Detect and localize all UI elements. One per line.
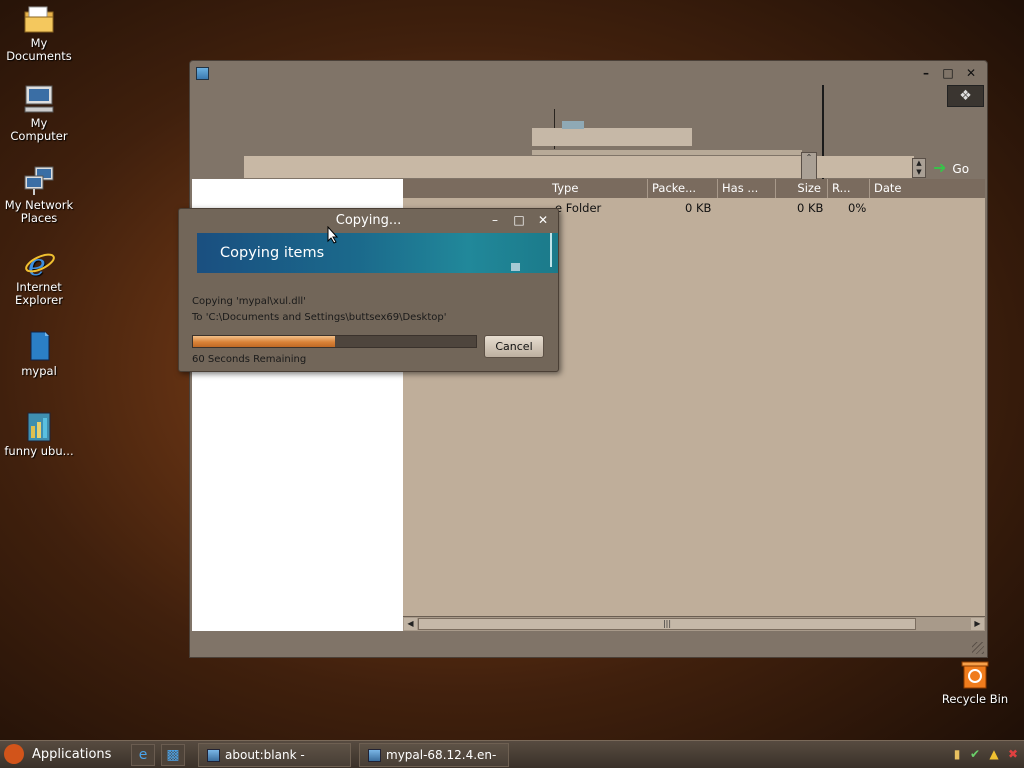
windows-logo-icon: ❖ bbox=[947, 85, 984, 107]
task-app-icon bbox=[207, 749, 220, 762]
desktop-icon-funny-ubu[interactable]: funny ubu... bbox=[1, 412, 77, 458]
minimize-button[interactable]: – bbox=[919, 66, 933, 80]
copy-dialog: Copying... – □ ✕ Copying items Copying '… bbox=[178, 208, 559, 372]
dialog-minimize-button[interactable]: – bbox=[488, 213, 502, 227]
dialog-banner: Copying items bbox=[197, 233, 558, 273]
go-arrow-icon: ➜ bbox=[933, 158, 947, 177]
column-headers: Type Packe... Has ... Size R... Date bbox=[403, 179, 985, 198]
window-titlebar[interactable]: – □ ✕ bbox=[190, 61, 987, 85]
column-header-has[interactable]: Has ... bbox=[718, 179, 776, 198]
column-header-date[interactable]: Date bbox=[870, 179, 985, 198]
address-dropdown-spinner[interactable]: ▲ ▼ bbox=[912, 158, 926, 178]
tray-network-icon[interactable]: ✔ bbox=[968, 746, 982, 762]
applications-label: Applications bbox=[32, 747, 112, 762]
scroll-left-button[interactable]: ◀ bbox=[404, 618, 417, 630]
close-button[interactable]: ✕ bbox=[964, 66, 978, 80]
row-type[interactable]: e Folder bbox=[555, 201, 601, 215]
column-header-type[interactable]: Type bbox=[548, 179, 648, 198]
task-label: mypal-68.12.4.en-U... bbox=[386, 748, 497, 762]
column-header-ratio[interactable]: R... bbox=[828, 179, 870, 198]
desktop-icon-label: My Network Places bbox=[4, 198, 74, 225]
dialog-close-button[interactable]: ✕ bbox=[536, 213, 550, 227]
progress-bar bbox=[192, 335, 477, 348]
resize-grip[interactable] bbox=[972, 642, 984, 654]
task-app-icon bbox=[368, 749, 381, 762]
scroll-right-button[interactable]: ▶ bbox=[971, 618, 984, 630]
dialog-maximize-button[interactable]: □ bbox=[512, 213, 526, 227]
desktop-icon-label: funny ubu... bbox=[4, 444, 74, 458]
mouse-cursor-icon bbox=[327, 226, 339, 244]
toolbar-ghost-panel bbox=[532, 121, 692, 146]
banner-edge bbox=[550, 233, 552, 267]
network-icon bbox=[24, 166, 54, 195]
taskbar-task-archive[interactable]: mypal-68.12.4.en-U... bbox=[359, 743, 509, 767]
banner-square-icon bbox=[511, 263, 520, 271]
scrollbar-thumb[interactable]: ||| bbox=[418, 618, 916, 630]
image-icon bbox=[27, 412, 51, 442]
window-app-icon bbox=[196, 67, 209, 80]
applications-menu[interactable]: Applications bbox=[4, 743, 112, 766]
desktop-icon-network-places[interactable]: My Network Places bbox=[1, 166, 77, 225]
desktop-icon-recycle-bin[interactable]: Recycle Bin bbox=[937, 660, 1013, 706]
time-remaining: 60 Seconds Remaining bbox=[192, 354, 307, 365]
task-label: about:blank - Micro... bbox=[225, 748, 305, 762]
progress-fill bbox=[193, 336, 335, 347]
desktop-icon-internet-explorer[interactable]: e Internet Explorer bbox=[1, 248, 77, 307]
quicklaunch-desktop-icon[interactable]: ▩ bbox=[161, 744, 185, 766]
go-button[interactable]: ➜ Go bbox=[933, 158, 983, 178]
folder-icon bbox=[24, 6, 54, 33]
desktop-icon-mypal[interactable]: mypal bbox=[1, 330, 77, 378]
desktop-icon-label: Internet Explorer bbox=[15, 280, 63, 307]
computer-icon bbox=[24, 85, 54, 113]
ie-icon: e bbox=[25, 248, 55, 278]
copy-destination-text: To 'C:\Documents and Settings\buttsex69\… bbox=[192, 312, 447, 323]
dialog-heading: Copying items bbox=[220, 245, 325, 261]
row-ratio: 0% bbox=[848, 201, 867, 215]
horizontal-scrollbar[interactable]: ◀ ||| ▶ bbox=[403, 616, 985, 631]
tray-security-icon[interactable]: ✖ bbox=[1006, 746, 1020, 762]
row-packed: 0 KB bbox=[685, 201, 712, 215]
scroll-up-button[interactable]: ⌃ bbox=[801, 152, 817, 180]
desktop-icon-my-documents[interactable]: My Documents bbox=[1, 4, 77, 63]
tray-notes-icon[interactable]: ▮ bbox=[950, 746, 964, 762]
go-label: Go bbox=[952, 162, 970, 176]
cancel-button[interactable]: Cancel bbox=[484, 335, 544, 358]
maximize-button[interactable]: □ bbox=[941, 66, 955, 80]
row-size: 0 KB bbox=[797, 201, 824, 215]
desktop-icon-label: Recycle Bin bbox=[941, 692, 1009, 706]
taskbar-task-browser[interactable]: about:blank - Micro... bbox=[198, 743, 351, 767]
recycle-bin-icon bbox=[961, 661, 989, 689]
ubuntu-logo-icon bbox=[4, 743, 24, 764]
desktop-icon-label: mypal bbox=[21, 364, 57, 378]
file-icon bbox=[30, 331, 50, 361]
taskbar: Applications e ▩ about:blank - Micro... … bbox=[0, 740, 1024, 768]
desktop-icon-my-computer[interactable]: My Computer bbox=[1, 84, 77, 143]
toolbar-ghost-icon bbox=[562, 121, 584, 129]
desktop-icon-label: My Computer bbox=[10, 116, 68, 143]
desktop-icon-label: My Documents bbox=[6, 36, 72, 63]
copy-source-text: Copying 'mypal\xul.dll' bbox=[192, 296, 306, 307]
column-header-packed[interactable]: Packe... bbox=[648, 179, 718, 198]
toolbar-strip bbox=[532, 150, 802, 155]
tray-shield-icon[interactable]: ▲ bbox=[987, 746, 1001, 762]
quicklaunch-ie-icon[interactable]: e bbox=[131, 744, 155, 766]
column-header-size[interactable]: Size bbox=[776, 179, 828, 198]
